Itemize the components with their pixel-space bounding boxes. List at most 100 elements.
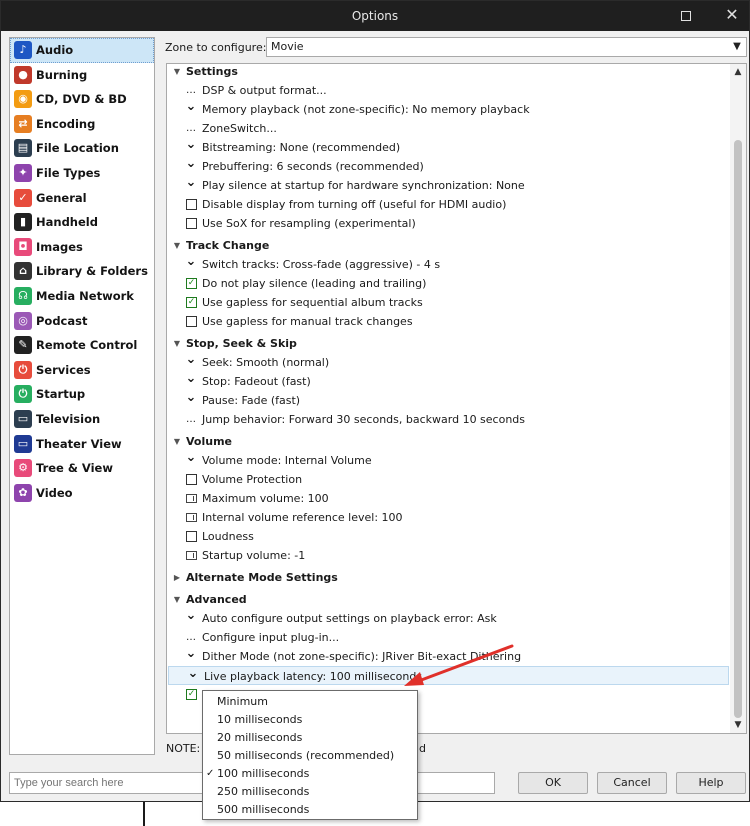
- setting-row[interactable]: Loudness: [167, 527, 730, 546]
- sidebar-item-television[interactable]: ▭ Television: [10, 407, 154, 432]
- chevron-down-icon[interactable]: ⌄: [185, 353, 197, 366]
- sidebar-item-startup[interactable]: ⏻ Startup: [10, 382, 154, 407]
- setting-row[interactable]: ⌄ Seek: Smooth (normal): [167, 353, 730, 372]
- setting-row[interactable]: ⌄ Bitstreaming: None (recommended): [167, 138, 730, 157]
- number-field-icon[interactable]: [186, 494, 197, 503]
- sidebar-item-file-types[interactable]: ✦ File Types: [10, 161, 154, 186]
- help-button[interactable]: Help: [676, 772, 746, 794]
- dropdown-option[interactable]: Minimum: [203, 693, 417, 711]
- sidebar-item-library-folders[interactable]: ⌂ Library & Folders: [10, 259, 154, 284]
- chevron-down-icon[interactable]: ▼: [728, 38, 746, 56]
- sidebar-item-tree-view[interactable]: ⚙ Tree & View: [10, 456, 154, 481]
- number-field-icon[interactable]: [186, 551, 197, 560]
- number-field-icon[interactable]: [186, 513, 197, 522]
- dropdown-option[interactable]: 250 milliseconds: [203, 783, 417, 801]
- setting-row[interactable]: ⌄ Prebuffering: 6 seconds (recommended): [167, 157, 730, 176]
- chevron-down-icon[interactable]: ⌄: [185, 255, 197, 268]
- checkbox-unchecked[interactable]: [186, 316, 197, 327]
- setting-row[interactable]: Use SoX for resampling (experimental): [167, 214, 730, 233]
- ellipsis-icon[interactable]: …: [185, 410, 197, 429]
- dropdown-option[interactable]: ✓ 100 milliseconds: [203, 765, 417, 783]
- setting-row[interactable]: Internal volume reference level: 100: [167, 508, 730, 527]
- collapse-arrow-icon[interactable]: ▼: [171, 64, 183, 81]
- section-header[interactable]: ▼ Settings: [167, 64, 730, 81]
- checkbox-checked[interactable]: ✓: [186, 278, 197, 289]
- setting-row[interactable]: … Jump behavior: Forward 30 seconds, back…: [167, 410, 730, 429]
- ok-button[interactable]: OK: [518, 772, 588, 794]
- collapse-arrow-icon[interactable]: ▼: [171, 590, 183, 609]
- section-header[interactable]: ▼ Volume: [167, 432, 730, 451]
- setting-row[interactable]: ⌄ Pause: Fade (fast): [167, 391, 730, 410]
- checkbox-checked[interactable]: ✓: [186, 297, 197, 308]
- sidebar-item-images[interactable]: ◘ Images: [10, 235, 154, 260]
- ellipsis-icon[interactable]: …: [185, 81, 197, 100]
- setting-row[interactable]: ⌄ Switch tracks: Cross-fade (aggressive) …: [167, 255, 730, 274]
- vertical-scrollbar[interactable]: ▲ ▼: [730, 64, 746, 733]
- checkbox-unchecked[interactable]: [186, 199, 197, 210]
- setting-row[interactable]: Startup volume: -1: [167, 546, 730, 565]
- ellipsis-icon[interactable]: …: [185, 119, 197, 138]
- section-header[interactable]: ▶ Alternate Mode Settings: [167, 568, 730, 587]
- setting-row[interactable]: ✓ Use gapless for sequential album tracks: [167, 293, 730, 312]
- ellipsis-icon[interactable]: …: [185, 628, 197, 647]
- setting-row[interactable]: Volume Protection: [167, 470, 730, 489]
- setting-row[interactable]: ⌄ Volume mode: Internal Volume: [167, 451, 730, 470]
- chevron-down-icon[interactable]: ⌄: [185, 372, 197, 385]
- setting-row[interactable]: Disable display from turning off (useful…: [167, 195, 730, 214]
- sidebar-item-handheld[interactable]: ▮ Handheld: [10, 210, 154, 235]
- checkbox-unchecked[interactable]: [186, 474, 197, 485]
- collapse-arrow-icon[interactable]: ▼: [171, 334, 183, 353]
- dropdown-option[interactable]: 10 milliseconds: [203, 711, 417, 729]
- chevron-down-icon[interactable]: ⌄: [185, 100, 197, 113]
- setting-row[interactable]: … ZoneSwitch...: [167, 119, 730, 138]
- chevron-down-icon[interactable]: ⌄: [185, 609, 197, 622]
- section-header[interactable]: ▼ Track Change: [167, 236, 730, 255]
- chevron-down-icon[interactable]: ⌄: [185, 647, 197, 660]
- maximize-button[interactable]: [663, 1, 709, 31]
- sidebar-item-services[interactable]: ⏻ Services: [10, 358, 154, 383]
- sidebar-item-file-location[interactable]: ▤ File Location: [10, 136, 154, 161]
- section-header[interactable]: ▼ Stop, Seek & Skip: [167, 334, 730, 353]
- checkbox-unchecked[interactable]: [186, 531, 197, 542]
- dropdown-option[interactable]: 500 milliseconds: [203, 801, 417, 819]
- sidebar-item-encoding[interactable]: ⇄ Encoding: [10, 112, 154, 137]
- zone-select[interactable]: Movie ▼: [266, 37, 747, 57]
- setting-row[interactable]: ⌄ Auto configure output settings on playb…: [167, 609, 730, 628]
- chevron-down-icon[interactable]: ⌄: [185, 157, 197, 170]
- chevron-down-icon[interactable]: ⌄: [187, 667, 199, 680]
- sidebar-item-media-network[interactable]: ☊ Media Network: [10, 284, 154, 309]
- sidebar-item-cd-dvd-bd[interactable]: ◉ CD, DVD & BD: [10, 87, 154, 112]
- setting-row[interactable]: ⌄ Play silence at startup for hardware sy…: [167, 176, 730, 195]
- scroll-thumb[interactable]: [734, 140, 742, 718]
- sidebar-item-remote-control[interactable]: ✎ Remote Control: [10, 333, 154, 358]
- sidebar-item-video[interactable]: ✿ Video: [10, 481, 154, 506]
- setting-row[interactable]: ⌄ Memory playback (not zone-specific): No…: [167, 100, 730, 119]
- sidebar-item-theater-view[interactable]: ▭ Theater View: [10, 432, 154, 457]
- checkbox-checked[interactable]: ✓: [186, 689, 197, 700]
- close-button[interactable]: ✕: [709, 1, 749, 31]
- chevron-down-icon[interactable]: ⌄: [185, 176, 197, 189]
- setting-row[interactable]: Use gapless for manual track changes: [167, 312, 730, 331]
- section-header[interactable]: ▼ Advanced: [167, 590, 730, 609]
- sidebar-item-podcast[interactable]: ◎ Podcast: [10, 309, 154, 334]
- chevron-down-icon[interactable]: ⌄: [185, 451, 197, 464]
- window-title: Options: [351, 9, 399, 23]
- sidebar-item-general[interactable]: ✓ General: [10, 186, 154, 211]
- collapse-arrow-icon[interactable]: ▼: [171, 432, 183, 451]
- cancel-button[interactable]: Cancel: [597, 772, 667, 794]
- chevron-down-icon[interactable]: ⌄: [185, 391, 197, 404]
- dropdown-option[interactable]: 50 milliseconds (recommended): [203, 747, 417, 765]
- setting-row[interactable]: ⌄ Stop: Fadeout (fast): [167, 372, 730, 391]
- sidebar-item-audio[interactable]: ♪ Audio: [10, 38, 154, 63]
- checkbox-unchecked[interactable]: [186, 218, 197, 229]
- chevron-down-icon[interactable]: ⌄: [185, 138, 197, 151]
- setting-row[interactable]: … DSP & output format...: [167, 81, 730, 100]
- dropdown-option[interactable]: 20 milliseconds: [203, 729, 417, 747]
- collapse-arrow-icon[interactable]: ▼: [171, 236, 183, 255]
- scroll-up-arrow-icon[interactable]: ▲: [730, 64, 746, 80]
- expand-arrow-icon[interactable]: ▶: [171, 568, 183, 587]
- setting-row[interactable]: Maximum volume: 100: [167, 489, 730, 508]
- setting-row[interactable]: ✓ Do not play silence (leading and traili…: [167, 274, 730, 293]
- scroll-down-arrow-icon[interactable]: ▼: [730, 717, 746, 733]
- sidebar-item-burning[interactable]: ● Burning: [10, 63, 154, 88]
